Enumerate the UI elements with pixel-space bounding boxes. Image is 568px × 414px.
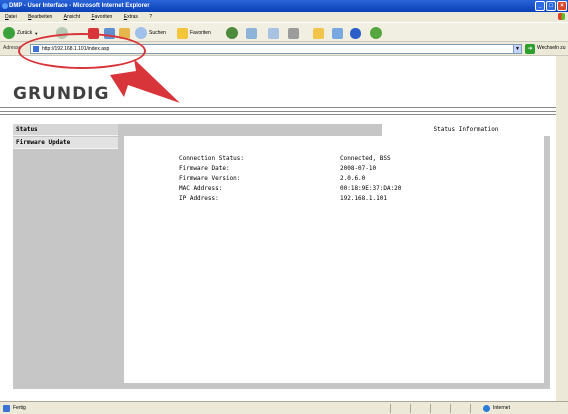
status-separator [470, 404, 471, 413]
zone-label: Internet [493, 405, 510, 411]
history-button[interactable] [246, 26, 257, 40]
info-value: 192.168.1.101 [340, 195, 387, 202]
globe-icon [483, 404, 490, 412]
discuss-icon [332, 27, 343, 39]
back-button[interactable]: Zurück ▼ [3, 26, 38, 40]
menu-extras[interactable]: Extras [119, 12, 143, 22]
page-viewport: GRUNDIG Status Firmware Update Status In… [0, 56, 568, 401]
menu-help[interactable]: ? [144, 12, 157, 22]
mail-button[interactable] [268, 26, 279, 40]
back-label: Zurück [17, 30, 33, 36]
divider [0, 111, 556, 112]
messenger-icon [370, 27, 382, 39]
info-row: Firmware Date: 2008-07-10 [179, 165, 376, 172]
folder-button[interactable] [313, 26, 324, 40]
menu-bar: Datei Bearbeiten Ansicht Favoriten Extra… [0, 12, 568, 22]
history-icon [246, 27, 257, 39]
sidebar: Status Firmware Update [13, 124, 118, 389]
go-arrow-icon[interactable]: ➜ [525, 44, 535, 54]
search-icon [135, 27, 147, 39]
search-label: Suchen [149, 30, 166, 36]
folder-icon [313, 27, 324, 39]
divider [0, 114, 556, 115]
mail-icon [268, 27, 279, 39]
discuss-button[interactable] [332, 26, 343, 40]
windows-logo [546, 12, 568, 22]
grundig-logo: GRUNDIG [13, 84, 110, 104]
status-separator [430, 404, 431, 413]
menu-bearbeiten[interactable]: Bearbeiten [23, 12, 57, 22]
media-button[interactable] [226, 26, 238, 40]
messenger-button[interactable] [370, 26, 382, 40]
info-row: IP Address: 192.168.1.101 [179, 195, 387, 202]
sidebar-item-firmware-update[interactable]: Firmware Update [13, 137, 118, 149]
content-tabbar: Status Information [124, 124, 550, 136]
window-titlebar: DMP - User Interface - Microsoft Interne… [0, 0, 568, 12]
media-icon [226, 27, 238, 39]
info-value: 00:18:9E:37:DA:20 [340, 185, 402, 192]
info-row: MAC Address: 00:18:9E:37:DA:20 [179, 185, 401, 192]
star-icon [177, 27, 188, 39]
address-dropdown-icon[interactable]: ▼ [513, 44, 522, 54]
info-label: Firmware Date: [179, 165, 230, 172]
info-value: 2.0.6.0 [340, 175, 366, 182]
menu-ansicht[interactable]: Ansicht [59, 12, 85, 22]
bluetooth-button[interactable] [350, 26, 361, 40]
minimize-icon[interactable]: _ [535, 1, 545, 11]
print-icon [288, 27, 299, 39]
status-separator [450, 404, 451, 413]
status-text: Fertig [3, 402, 26, 414]
close-icon[interactable]: × [557, 1, 567, 11]
security-zone: Internet [483, 402, 510, 414]
tab-status-information[interactable]: Status Information [382, 124, 550, 136]
search-button[interactable]: Suchen [135, 26, 166, 40]
sidebar-item-status[interactable]: Status [13, 124, 118, 136]
menu-datei[interactable]: Datei [0, 12, 22, 22]
info-label: Connection Status: [179, 155, 245, 162]
info-row: Connection Status: Connected, BSS [179, 155, 391, 162]
status-panel: Connection Status: Connected, BSS Firmwar… [124, 136, 544, 383]
page-done-icon [3, 404, 10, 412]
info-row: Firmware Version: 2.0.6.0 [179, 175, 365, 182]
favorites-label: Favoriten [190, 30, 211, 36]
status-separator [410, 404, 411, 413]
print-button[interactable] [288, 26, 299, 40]
status-separator [390, 404, 391, 413]
menu-favoriten[interactable]: Favoriten [86, 12, 117, 22]
windows-flag-icon [558, 13, 565, 20]
info-value: 2008-07-10 [340, 165, 377, 172]
divider [0, 107, 556, 108]
info-label: MAC Address: [179, 185, 223, 192]
window-title: DMP - User Interface - Microsoft Interne… [9, 3, 150, 9]
maximize-icon[interactable]: □ [546, 1, 556, 11]
info-value: Connected, BSS [340, 155, 391, 162]
favorites-button[interactable]: Favoriten [177, 26, 211, 40]
status-left-text: Fertig [13, 405, 26, 411]
ie-icon [2, 3, 8, 9]
status-bar: Fertig Internet [0, 401, 568, 414]
back-arrow-icon [3, 27, 15, 39]
info-label: IP Address: [179, 195, 219, 202]
info-label: Firmware Version: [179, 175, 241, 182]
content-area: Status Information Connection Status: Con… [118, 124, 550, 389]
chevron-down-icon: ▼ [34, 30, 39, 36]
go-label[interactable]: Wechseln zu [537, 45, 566, 51]
bluetooth-icon [350, 27, 361, 39]
annotation-arrow-icon [110, 59, 180, 103]
